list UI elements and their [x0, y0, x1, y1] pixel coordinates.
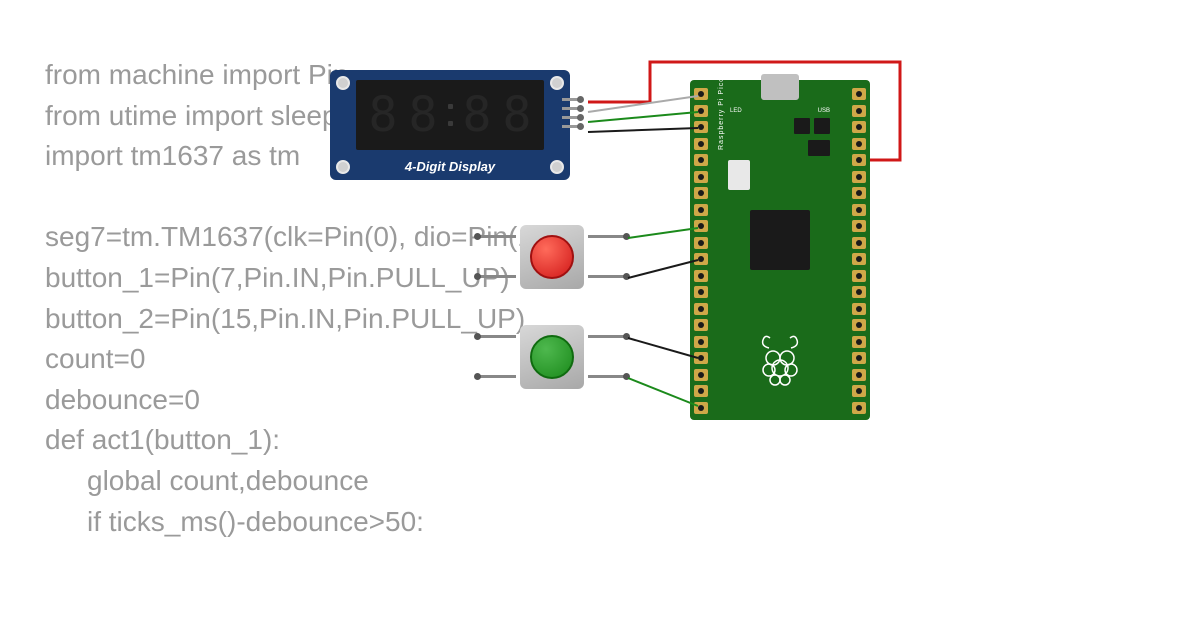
pico-pin	[852, 187, 866, 199]
pico-pin	[694, 319, 708, 331]
pico-pin	[852, 237, 866, 249]
raspberry-logo-icon	[755, 330, 805, 390]
button-leg-icon	[478, 375, 516, 378]
pico-pin	[694, 270, 708, 282]
pico-pins-left	[694, 88, 708, 414]
pico-pin	[694, 171, 708, 183]
wire-button2-gnd	[628, 338, 698, 358]
display-label: 4-Digit Display	[330, 159, 570, 174]
button-leg-icon	[588, 375, 626, 378]
pico-pin	[852, 171, 866, 183]
wire-dio	[588, 112, 698, 122]
display-pin-dio	[562, 107, 580, 110]
digit-1	[366, 88, 400, 142]
pico-pin	[852, 286, 866, 298]
seven-segment-screen	[356, 80, 544, 150]
pico-silkscreen-text: Raspberry Pi Pico ©2020	[718, 0, 725, 150]
pico-pin	[852, 402, 866, 414]
pico-pin	[852, 319, 866, 331]
pico-pin	[694, 204, 708, 216]
pico-pin	[694, 369, 708, 381]
small-chip-icon	[814, 118, 830, 134]
display-pin-gnd	[562, 125, 580, 128]
code-line: global count,debounce	[45, 461, 552, 502]
code-line: count=0	[45, 343, 145, 374]
pico-pin	[852, 369, 866, 381]
push-button-green	[510, 315, 594, 399]
pico-pin	[852, 352, 866, 364]
wire-button1-sig	[628, 228, 698, 238]
pico-pin	[852, 121, 866, 133]
pico-pin	[852, 105, 866, 117]
code-line: def act1(button_1):	[45, 424, 280, 455]
code-line: button_1=Pin(7,Pin.IN,Pin.PULL_UP)	[45, 262, 510, 293]
pico-pin	[852, 253, 866, 265]
wire-clk	[588, 96, 698, 112]
wire-gnd-display	[588, 128, 698, 132]
pico-pin	[694, 253, 708, 265]
mounting-hole-icon	[336, 76, 350, 90]
pico-pin	[852, 220, 866, 232]
digit-3	[460, 88, 494, 142]
rp2040-chip-icon	[750, 210, 810, 270]
pico-pin	[852, 88, 866, 100]
button-leg-icon	[478, 235, 516, 238]
display-pin-clk	[562, 98, 580, 101]
tm1637-display-module: 4-Digit Display	[330, 70, 570, 180]
micro-usb-icon	[761, 74, 799, 100]
button-cap-green	[530, 335, 574, 379]
digit-2	[406, 88, 440, 142]
mounting-hole-icon	[550, 76, 564, 90]
small-chip-icon	[808, 140, 830, 156]
pico-pin	[694, 220, 708, 232]
code-line: from machine import Pin	[45, 59, 348, 90]
button-leg-icon	[588, 235, 626, 238]
code-line: button_2=Pin(15,Pin.IN,Pin.PULL_UP)	[45, 303, 525, 334]
pico-pin	[694, 88, 708, 100]
bootsel-button-icon	[728, 160, 750, 190]
pico-pin	[694, 121, 708, 133]
small-chip-icon	[794, 118, 810, 134]
pico-pin	[852, 303, 866, 315]
code-line: debounce=0	[45, 384, 200, 415]
usb-label: USB	[818, 108, 830, 114]
colon-icon	[446, 104, 454, 126]
code-line: if ticks_ms()-debounce>50:	[45, 502, 552, 543]
pico-pin	[694, 138, 708, 150]
pico-pin	[852, 204, 866, 216]
wire-button2-sig	[628, 378, 698, 406]
button-leg-icon	[478, 275, 516, 278]
pico-pin	[694, 105, 708, 117]
pico-pin	[852, 385, 866, 397]
pico-pin	[694, 352, 708, 364]
code-line: import tm1637 as tm	[45, 140, 300, 171]
pico-pin	[852, 154, 866, 166]
digit-4	[500, 88, 534, 142]
button-leg-icon	[478, 335, 516, 338]
pico-pin	[694, 385, 708, 397]
pico-pins-right	[852, 88, 866, 414]
pico-pin	[694, 187, 708, 199]
pico-pin	[852, 270, 866, 282]
display-pin-header	[562, 98, 580, 128]
pico-pin	[694, 402, 708, 414]
pico-pin	[694, 237, 708, 249]
pico-pin	[694, 154, 708, 166]
raspberry-pi-pico: LED USB Raspberry Pi Pico ©2020	[690, 80, 870, 420]
pico-pin	[694, 303, 708, 315]
push-button-red	[510, 215, 594, 299]
pico-pin	[694, 336, 708, 348]
button-cap-red	[530, 235, 574, 279]
button-leg-icon	[588, 335, 626, 338]
pico-pin	[694, 286, 708, 298]
wire-button1-gnd	[628, 260, 698, 278]
button-leg-icon	[588, 275, 626, 278]
pico-pin	[852, 336, 866, 348]
pico-pin	[852, 138, 866, 150]
display-pin-vcc	[562, 116, 580, 119]
led-label: LED	[730, 108, 742, 114]
